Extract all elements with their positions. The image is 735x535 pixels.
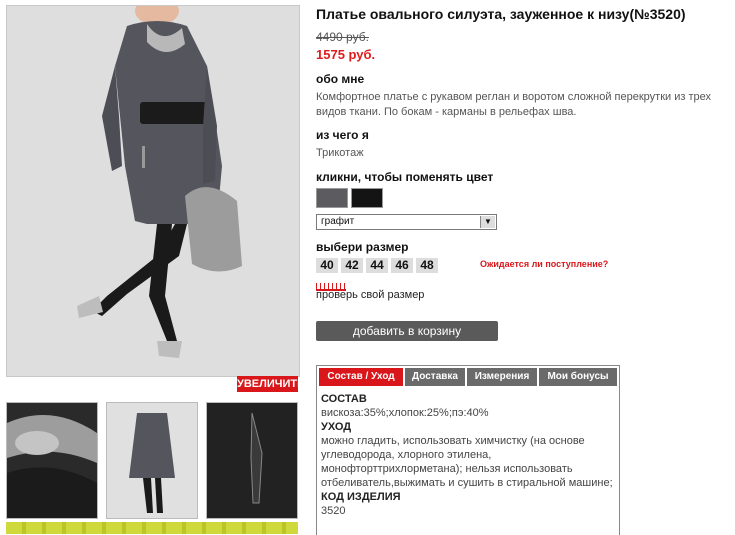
- tab-composition-care[interactable]: Состав / Уход: [319, 368, 403, 386]
- tab-measurements[interactable]: Измерения: [467, 368, 537, 386]
- size-option-40[interactable]: 40: [316, 258, 338, 273]
- care-label: УХОД: [321, 421, 352, 433]
- material-text: Трикотаж: [316, 147, 364, 159]
- color-select[interactable]: графит ▼: [316, 214, 497, 230]
- tab-content-panel: СОСТАВ вискоза:35%;хлопок:25%;пэ:40% УХО…: [321, 392, 615, 518]
- care-value: можно гладить, использовать химчистку (н…: [321, 435, 613, 489]
- zoom-button[interactable]: УВЕЛИЧИТЬ: [237, 376, 305, 392]
- size-option-46[interactable]: 46: [391, 258, 413, 273]
- code-label: КОД ИЗДЕЛИЯ: [321, 491, 401, 503]
- size-option-44[interactable]: 44: [366, 258, 388, 273]
- composition-label: СОСТАВ: [321, 393, 367, 405]
- model-photo-illustration: [7, 6, 299, 376]
- color-swatch-graphite[interactable]: [316, 188, 348, 208]
- thumbnail-collar-illustration: [7, 403, 97, 518]
- composition-value: вискоза:35%;хлопок:25%;пэ:40%: [321, 407, 489, 419]
- await-restock-link[interactable]: Ожидается ли поступление?: [480, 259, 608, 269]
- code-value: 3520: [321, 505, 346, 517]
- product-title: Платье овального силуэта, зауженное к ни…: [316, 6, 686, 22]
- check-size-link[interactable]: проверь свой размер: [316, 289, 424, 301]
- color-heading: кликни, чтобы поменять цвет: [316, 170, 494, 184]
- chevron-down-icon[interactable]: ▼: [480, 216, 495, 228]
- color-swatch-black[interactable]: [351, 188, 383, 208]
- thumbnail-back-illustration: [107, 403, 197, 518]
- size-option-48[interactable]: 48: [416, 258, 438, 273]
- thumbnail-back-view[interactable]: [106, 402, 198, 519]
- product-main-image[interactable]: [6, 5, 300, 377]
- old-price: 4490 руб.: [316, 30, 369, 44]
- thumbnail-pocket-illustration: [207, 403, 297, 518]
- color-select-value: графит: [321, 216, 355, 227]
- size-option-42[interactable]: 42: [341, 258, 363, 273]
- thumbnail-pocket-detail[interactable]: [206, 402, 298, 519]
- new-price: 1575 руб.: [316, 47, 376, 62]
- about-text: Комфортное платье с рукавом реглан и вор…: [316, 91, 711, 118]
- size-heading: выбери размер: [316, 240, 409, 254]
- thumbnail-collar[interactable]: [6, 402, 98, 519]
- about-heading: обо мне: [316, 72, 365, 86]
- tab-delivery[interactable]: Доставка: [405, 368, 465, 386]
- decorative-strip: [6, 522, 298, 534]
- tab-bonuses[interactable]: Мои бонусы: [539, 368, 617, 386]
- material-heading: из чего я: [316, 128, 369, 142]
- add-to-cart-button[interactable]: добавить в корзину: [316, 321, 498, 341]
- product-details-tabs: Состав / Уход Доставка Измерения Мои бон…: [316, 365, 620, 535]
